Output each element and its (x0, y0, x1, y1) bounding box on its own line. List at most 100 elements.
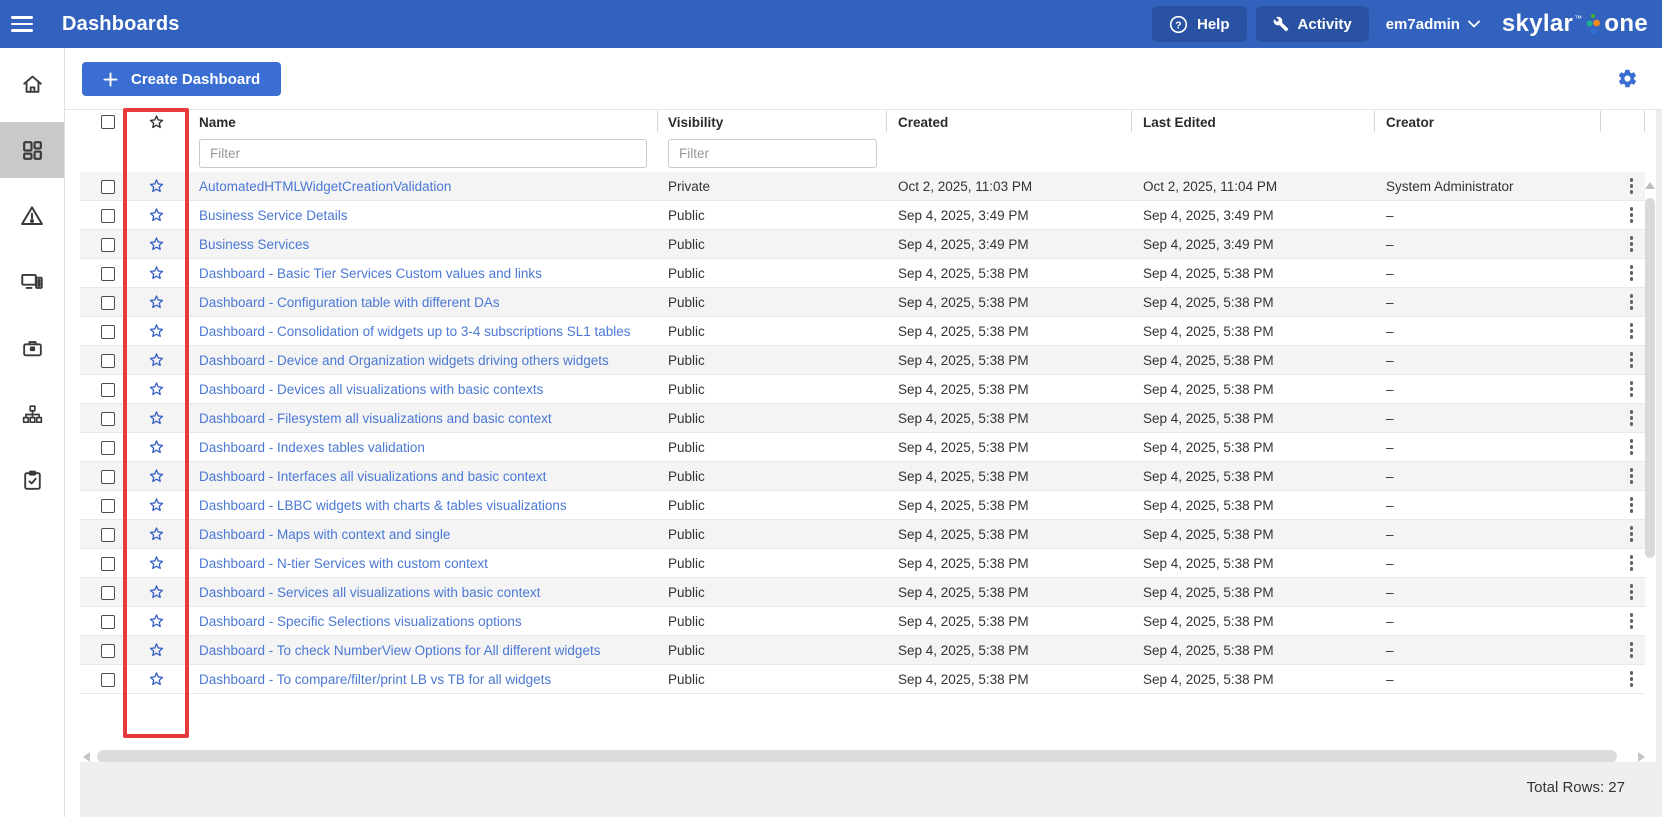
favorite-star-icon[interactable] (147, 409, 166, 428)
dashboard-name-link[interactable]: Dashboard - Indexes tables validation (199, 440, 425, 455)
sidebar-item-devices[interactable] (0, 254, 64, 310)
row-actions-kebab-icon[interactable] (1618, 555, 1645, 571)
visibility-filter-input[interactable] (668, 139, 877, 168)
sidebar-item-tasks[interactable] (0, 452, 64, 508)
dashboard-name-link[interactable]: Dashboard - LBBC widgets with charts & t… (199, 498, 567, 513)
row-checkbox[interactable] (101, 586, 115, 600)
column-header-visibility[interactable]: Visibility (657, 110, 886, 134)
create-dashboard-button[interactable]: Create Dashboard (82, 62, 281, 96)
favorite-star-icon[interactable] (147, 467, 166, 486)
select-all-checkbox[interactable] (101, 115, 115, 129)
favorite-star-icon[interactable] (147, 235, 166, 254)
sidebar-item-home[interactable] (0, 56, 64, 112)
favorite-star-icon[interactable] (147, 206, 166, 225)
favorite-star-icon[interactable] (147, 438, 166, 457)
dashboard-name-link[interactable]: Dashboard - Interfaces all visualization… (199, 469, 546, 484)
row-checkbox[interactable] (101, 673, 115, 687)
scroll-left-arrow-icon[interactable] (83, 752, 90, 762)
dashboard-name-link[interactable]: Dashboard - N-tier Services with custom … (199, 556, 488, 571)
dashboard-name-link[interactable]: Business Service Details (199, 208, 348, 223)
favorite-star-icon[interactable] (147, 380, 166, 399)
user-menu[interactable]: em7admin (1386, 16, 1480, 33)
row-actions-kebab-icon[interactable] (1618, 671, 1645, 687)
row-actions-kebab-icon[interactable] (1618, 584, 1645, 600)
dashboard-name-link[interactable]: Dashboard - Devices all visualizations w… (199, 382, 543, 397)
favorite-star-icon[interactable] (147, 177, 166, 196)
row-actions-kebab-icon[interactable] (1618, 526, 1645, 542)
scroll-up-arrow-icon[interactable] (1645, 182, 1655, 189)
dashboard-name-link[interactable]: Dashboard - Basic Tier Services Custom v… (199, 266, 542, 281)
checkbox-cell (80, 294, 123, 309)
favorite-star-icon[interactable] (147, 612, 166, 631)
row-checkbox[interactable] (101, 383, 115, 397)
last-edited-cell: Sep 4, 2025, 5:38 PM (1131, 614, 1374, 629)
dashboard-name-link[interactable]: Dashboard - Consolidation of widgets up … (199, 324, 631, 339)
row-checkbox[interactable] (101, 441, 115, 455)
row-actions-kebab-icon[interactable] (1618, 294, 1645, 310)
row-checkbox[interactable] (101, 412, 115, 426)
favorite-star-icon[interactable] (147, 525, 166, 544)
row-checkbox[interactable] (101, 296, 115, 310)
column-header-last-edited[interactable]: Last Edited (1131, 110, 1374, 134)
row-actions-kebab-icon[interactable] (1618, 642, 1645, 658)
row-actions-kebab-icon[interactable] (1618, 323, 1645, 339)
row-checkbox[interactable] (101, 528, 115, 542)
sidebar-item-business-services[interactable] (0, 320, 64, 376)
row-checkbox[interactable] (101, 557, 115, 571)
row-actions-kebab-icon[interactable] (1618, 410, 1645, 426)
dashboard-name-link[interactable]: Dashboard - Maps with context and single (199, 527, 450, 542)
dashboard-name-link[interactable]: Dashboard - Services all visualizations … (199, 585, 540, 600)
favorite-star-icon[interactable] (147, 496, 166, 515)
row-actions-kebab-icon[interactable] (1618, 178, 1645, 194)
sidebar-item-events[interactable] (0, 188, 64, 244)
favorite-star-icon[interactable] (147, 351, 166, 370)
row-checkbox[interactable] (101, 238, 115, 252)
row-checkbox[interactable] (101, 267, 115, 281)
row-actions-kebab-icon[interactable] (1618, 381, 1645, 397)
row-actions-kebab-icon[interactable] (1618, 468, 1645, 484)
row-actions-kebab-icon[interactable] (1618, 265, 1645, 281)
dashboard-name-link[interactable]: Dashboard - Device and Organization widg… (199, 353, 609, 368)
name-filter-input[interactable] (199, 139, 647, 168)
dashboard-name-link[interactable]: Dashboard - To compare/filter/print LB v… (199, 672, 551, 687)
favorite-star-icon[interactable] (147, 641, 166, 660)
row-actions-kebab-icon[interactable] (1618, 613, 1645, 629)
row-checkbox[interactable] (101, 180, 115, 194)
row-actions-kebab-icon[interactable] (1618, 439, 1645, 455)
dashboard-name-link[interactable]: Dashboard - Specific Selections visualiz… (199, 614, 522, 629)
dashboard-name-link[interactable]: AutomatedHTMLWidgetCreationValidation (199, 179, 451, 194)
favorite-star-icon[interactable] (147, 670, 166, 689)
favorite-star-icon[interactable] (147, 583, 166, 602)
row-checkbox[interactable] (101, 354, 115, 368)
dashboard-name-link[interactable]: Dashboard - Filesystem all visualization… (199, 411, 552, 426)
help-button[interactable]: ? Help (1152, 6, 1247, 42)
row-checkbox[interactable] (101, 644, 115, 658)
column-header-creator[interactable]: Creator (1374, 110, 1600, 134)
row-actions-kebab-icon[interactable] (1618, 497, 1645, 513)
favorite-column-header[interactable] (123, 110, 189, 134)
favorite-star-icon[interactable] (147, 293, 166, 312)
activity-button[interactable]: Activity (1256, 6, 1369, 42)
row-checkbox[interactable] (101, 209, 115, 223)
row-checkbox[interactable] (101, 499, 115, 513)
dashboard-name-link[interactable]: Dashboard - To check NumberView Options … (199, 643, 600, 658)
row-checkbox[interactable] (101, 325, 115, 339)
hamburger-menu-icon[interactable] (11, 7, 45, 41)
sidebar-item-maps[interactable] (0, 386, 64, 442)
dashboard-name-link[interactable]: Dashboard - Configuration table with dif… (199, 295, 500, 310)
scroll-right-arrow-icon[interactable] (1638, 752, 1645, 762)
column-header-name[interactable]: Name (189, 110, 657, 134)
column-header-created[interactable]: Created (886, 110, 1131, 134)
sidebar-item-dashboards[interactable] (0, 122, 64, 178)
row-actions-kebab-icon[interactable] (1618, 352, 1645, 368)
row-checkbox[interactable] (101, 470, 115, 484)
gear-icon[interactable] (1615, 68, 1639, 92)
row-actions-kebab-icon[interactable] (1618, 236, 1645, 252)
row-checkbox[interactable] (101, 615, 115, 629)
favorite-star-icon[interactable] (147, 554, 166, 573)
favorite-star-icon[interactable] (147, 322, 166, 341)
favorite-star-icon[interactable] (147, 264, 166, 283)
row-actions-kebab-icon[interactable] (1618, 207, 1645, 223)
dashboard-name-link[interactable]: Business Services (199, 237, 309, 252)
vertical-scrollbar-thumb[interactable] (1645, 198, 1655, 558)
